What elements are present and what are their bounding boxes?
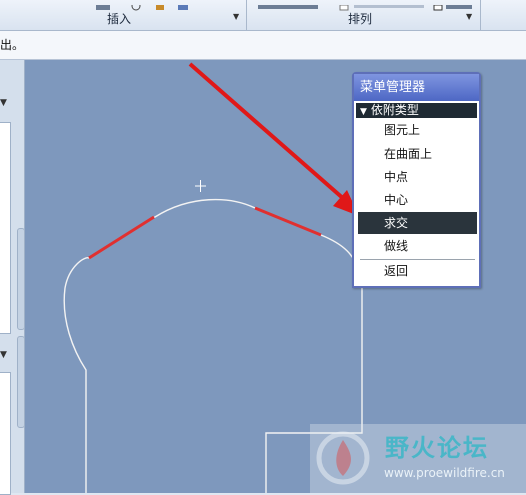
highlighted-edge-right <box>254 206 322 237</box>
ribbon-tool-icons[interactable] <box>96 0 206 11</box>
group-arrange-label: 排列 <box>348 12 373 26</box>
panel-resize-grip[interactable] <box>17 228 25 330</box>
group-separator <box>246 0 247 30</box>
panel-list-area[interactable] <box>0 372 11 495</box>
panel-collapse-icon[interactable]: ▼ <box>0 98 7 108</box>
crosshair-icon <box>195 180 206 192</box>
ribbon-arrange-icons[interactable] <box>258 0 478 11</box>
panel-resize-grip-2[interactable] <box>17 336 25 428</box>
menu-item-return[interactable]: 返回 <box>358 260 477 282</box>
watermark-logo-icon <box>316 431 370 485</box>
menu-item-on-surface[interactable]: 在曲面上 <box>358 143 477 165</box>
insert-dialog-launcher[interactable]: ▼ <box>233 12 239 21</box>
menu-manager: 菜单管理器 ▼ 依附类型 图元上 在曲面上 中点 中心 求交 做线 返回 <box>352 72 481 288</box>
triangle-down-icon: ▼ <box>360 107 367 117</box>
group-separator <box>480 0 481 30</box>
highlighted-edge-left <box>88 215 155 260</box>
annotation-arrow <box>188 62 359 216</box>
arrange-dialog-launcher[interactable]: ▼ <box>466 12 472 21</box>
menu-item-intersect[interactable]: 求交 <box>358 212 477 234</box>
menu-item-midpoint[interactable]: 中点 <box>358 166 477 188</box>
ribbon: 插入 ▼ 排列 ▼ <box>0 0 526 31</box>
menu-item-center[interactable]: 中心 <box>358 189 477 211</box>
menu-item-on-entity[interactable]: 图元上 <box>358 119 477 141</box>
menu-section-label: 依附类型 <box>370 103 419 117</box>
menu-item-make-line[interactable]: 做线 <box>358 235 477 257</box>
menu-section-attach-type[interactable]: ▼ 依附类型 <box>356 103 477 118</box>
message-bar: 出。 <box>0 31 526 60</box>
watermark-url: www.proewildfire.cn <box>384 466 505 480</box>
watermark-site-name: 野火论坛 <box>385 434 489 462</box>
group-insert-label: 插入 <box>107 12 132 26</box>
panel-tree-area[interactable] <box>0 122 11 334</box>
message-text: 出。 <box>0 38 25 52</box>
panel-collapse-icon-2[interactable]: ▼ <box>0 350 7 360</box>
menu-manager-title[interactable]: 菜单管理器 <box>354 74 479 101</box>
left-side-panel: ▼ ▼ <box>0 60 25 495</box>
